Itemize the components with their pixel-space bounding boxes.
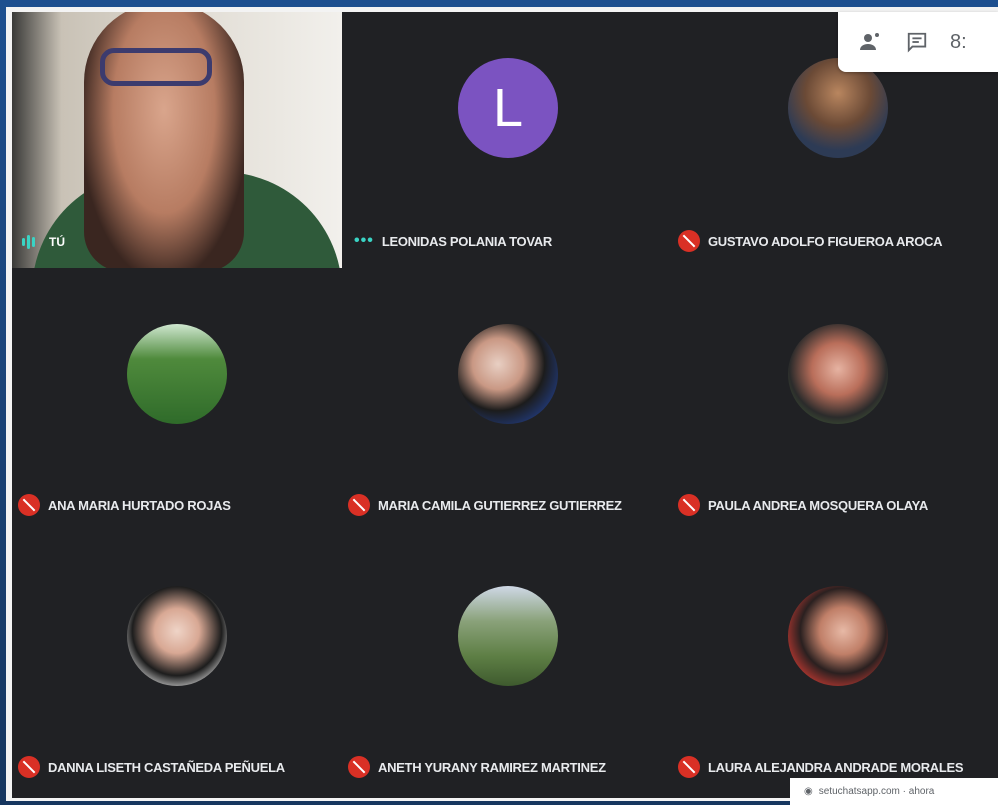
participant-name: LEONIDAS POLANIA TOVAR <box>381 233 552 249</box>
avatar-aneth <box>458 586 558 686</box>
avatar-maria <box>458 324 558 424</box>
participant-name: DANNA LISETH CASTAÑEDA PEÑUELA <box>48 759 285 775</box>
participant-name: PAULA ANDREA MOSQUERA OLAYA <box>708 497 928 513</box>
mic-off-icon <box>18 756 40 778</box>
participant-tile-aneth[interactable]: ANETH YURANY RAMIREZ MARTINEZ <box>342 536 672 798</box>
participant-tile-danna[interactable]: DANNA LISETH CASTAÑEDA PEÑUELA <box>12 536 342 798</box>
notification-text: setuchatsapp.com · ahora <box>818 786 935 797</box>
participant-name-row: LAURA ALEJANDRA ANDRADE MORALES <box>678 756 964 778</box>
mic-off-icon <box>678 756 700 778</box>
top-controls-panel: 8: <box>838 12 998 72</box>
mic-off-icon <box>348 756 370 778</box>
participant-tile-leonidas[interactable]: L ••• LEONIDAS POLANIA TOVAR <box>342 12 672 274</box>
participant-name-row: GUSTAVO ADOLFO FIGUEROA AROCA <box>678 230 943 252</box>
meeting-grid: TÚ L ••• LEONIDAS POLANIA TOVAR GUSTAVO … <box>12 12 998 798</box>
avatar-gustavo <box>788 58 888 158</box>
mic-off-icon <box>18 494 40 516</box>
avatar-danna <box>127 586 227 686</box>
participant-name: GUSTAVO ADOLFO FIGUEROA AROCA <box>708 233 943 249</box>
people-icon[interactable] <box>858 29 884 55</box>
self-video-tile[interactable]: TÚ <box>12 12 342 268</box>
participant-name: ANETH YURANY RAMIREZ MARTINEZ <box>378 759 606 775</box>
participant-name-row: MARIA CAMILA GUTIERREZ GUTIERREZ <box>348 494 622 516</box>
participant-name-row: ••• LEONIDAS POLANIA TOVAR <box>354 232 552 250</box>
clock-text: 8: <box>950 30 967 53</box>
mic-off-icon <box>678 494 700 516</box>
mic-off-icon <box>348 494 370 516</box>
participant-name-row: DANNA LISETH CASTAÑEDA PEÑUELA <box>18 756 285 778</box>
mic-off-icon <box>678 230 700 252</box>
avatar-letter-leonidas: L <box>458 58 558 158</box>
more-dots-icon: ••• <box>354 232 374 249</box>
participant-tile-maria[interactable]: MARIA CAMILA GUTIERREZ GUTIERREZ <box>342 274 672 536</box>
participant-tile-ana[interactable]: ANA MARIA HURTADO ROJAS <box>12 274 342 536</box>
participant-name: ANA MARIA HURTADO ROJAS <box>48 497 231 513</box>
avatar-laura <box>788 586 888 686</box>
participant-name: MARIA CAMILA GUTIERREZ GUTIERREZ <box>378 497 622 513</box>
bottom-notification[interactable]: ◉ setuchatsapp.com · ahora <box>790 778 998 805</box>
participant-name-row: ANETH YURANY RAMIREZ MARTINEZ <box>348 756 606 778</box>
participant-name: LAURA ALEJANDRA ANDRADE MORALES <box>708 759 964 775</box>
participant-name-row: ANA MARIA HURTADO ROJAS <box>18 494 231 516</box>
audio-level-icon <box>22 235 35 249</box>
camera-icon: ◉ <box>804 786 813 797</box>
self-name-label: TÚ <box>49 235 65 249</box>
participant-tile-laura[interactable]: LAURA ALEJANDRA ANDRADE MORALES <box>672 536 998 798</box>
chat-icon[interactable] <box>904 29 930 55</box>
participant-tile-paula[interactable]: PAULA ANDREA MOSQUERA OLAYA <box>672 274 998 536</box>
self-name-row: TÚ <box>22 235 65 249</box>
avatar-ana <box>127 324 227 424</box>
avatar-paula <box>788 324 888 424</box>
self-video-glasses <box>100 48 212 86</box>
participant-name-row: PAULA ANDREA MOSQUERA OLAYA <box>678 494 928 516</box>
